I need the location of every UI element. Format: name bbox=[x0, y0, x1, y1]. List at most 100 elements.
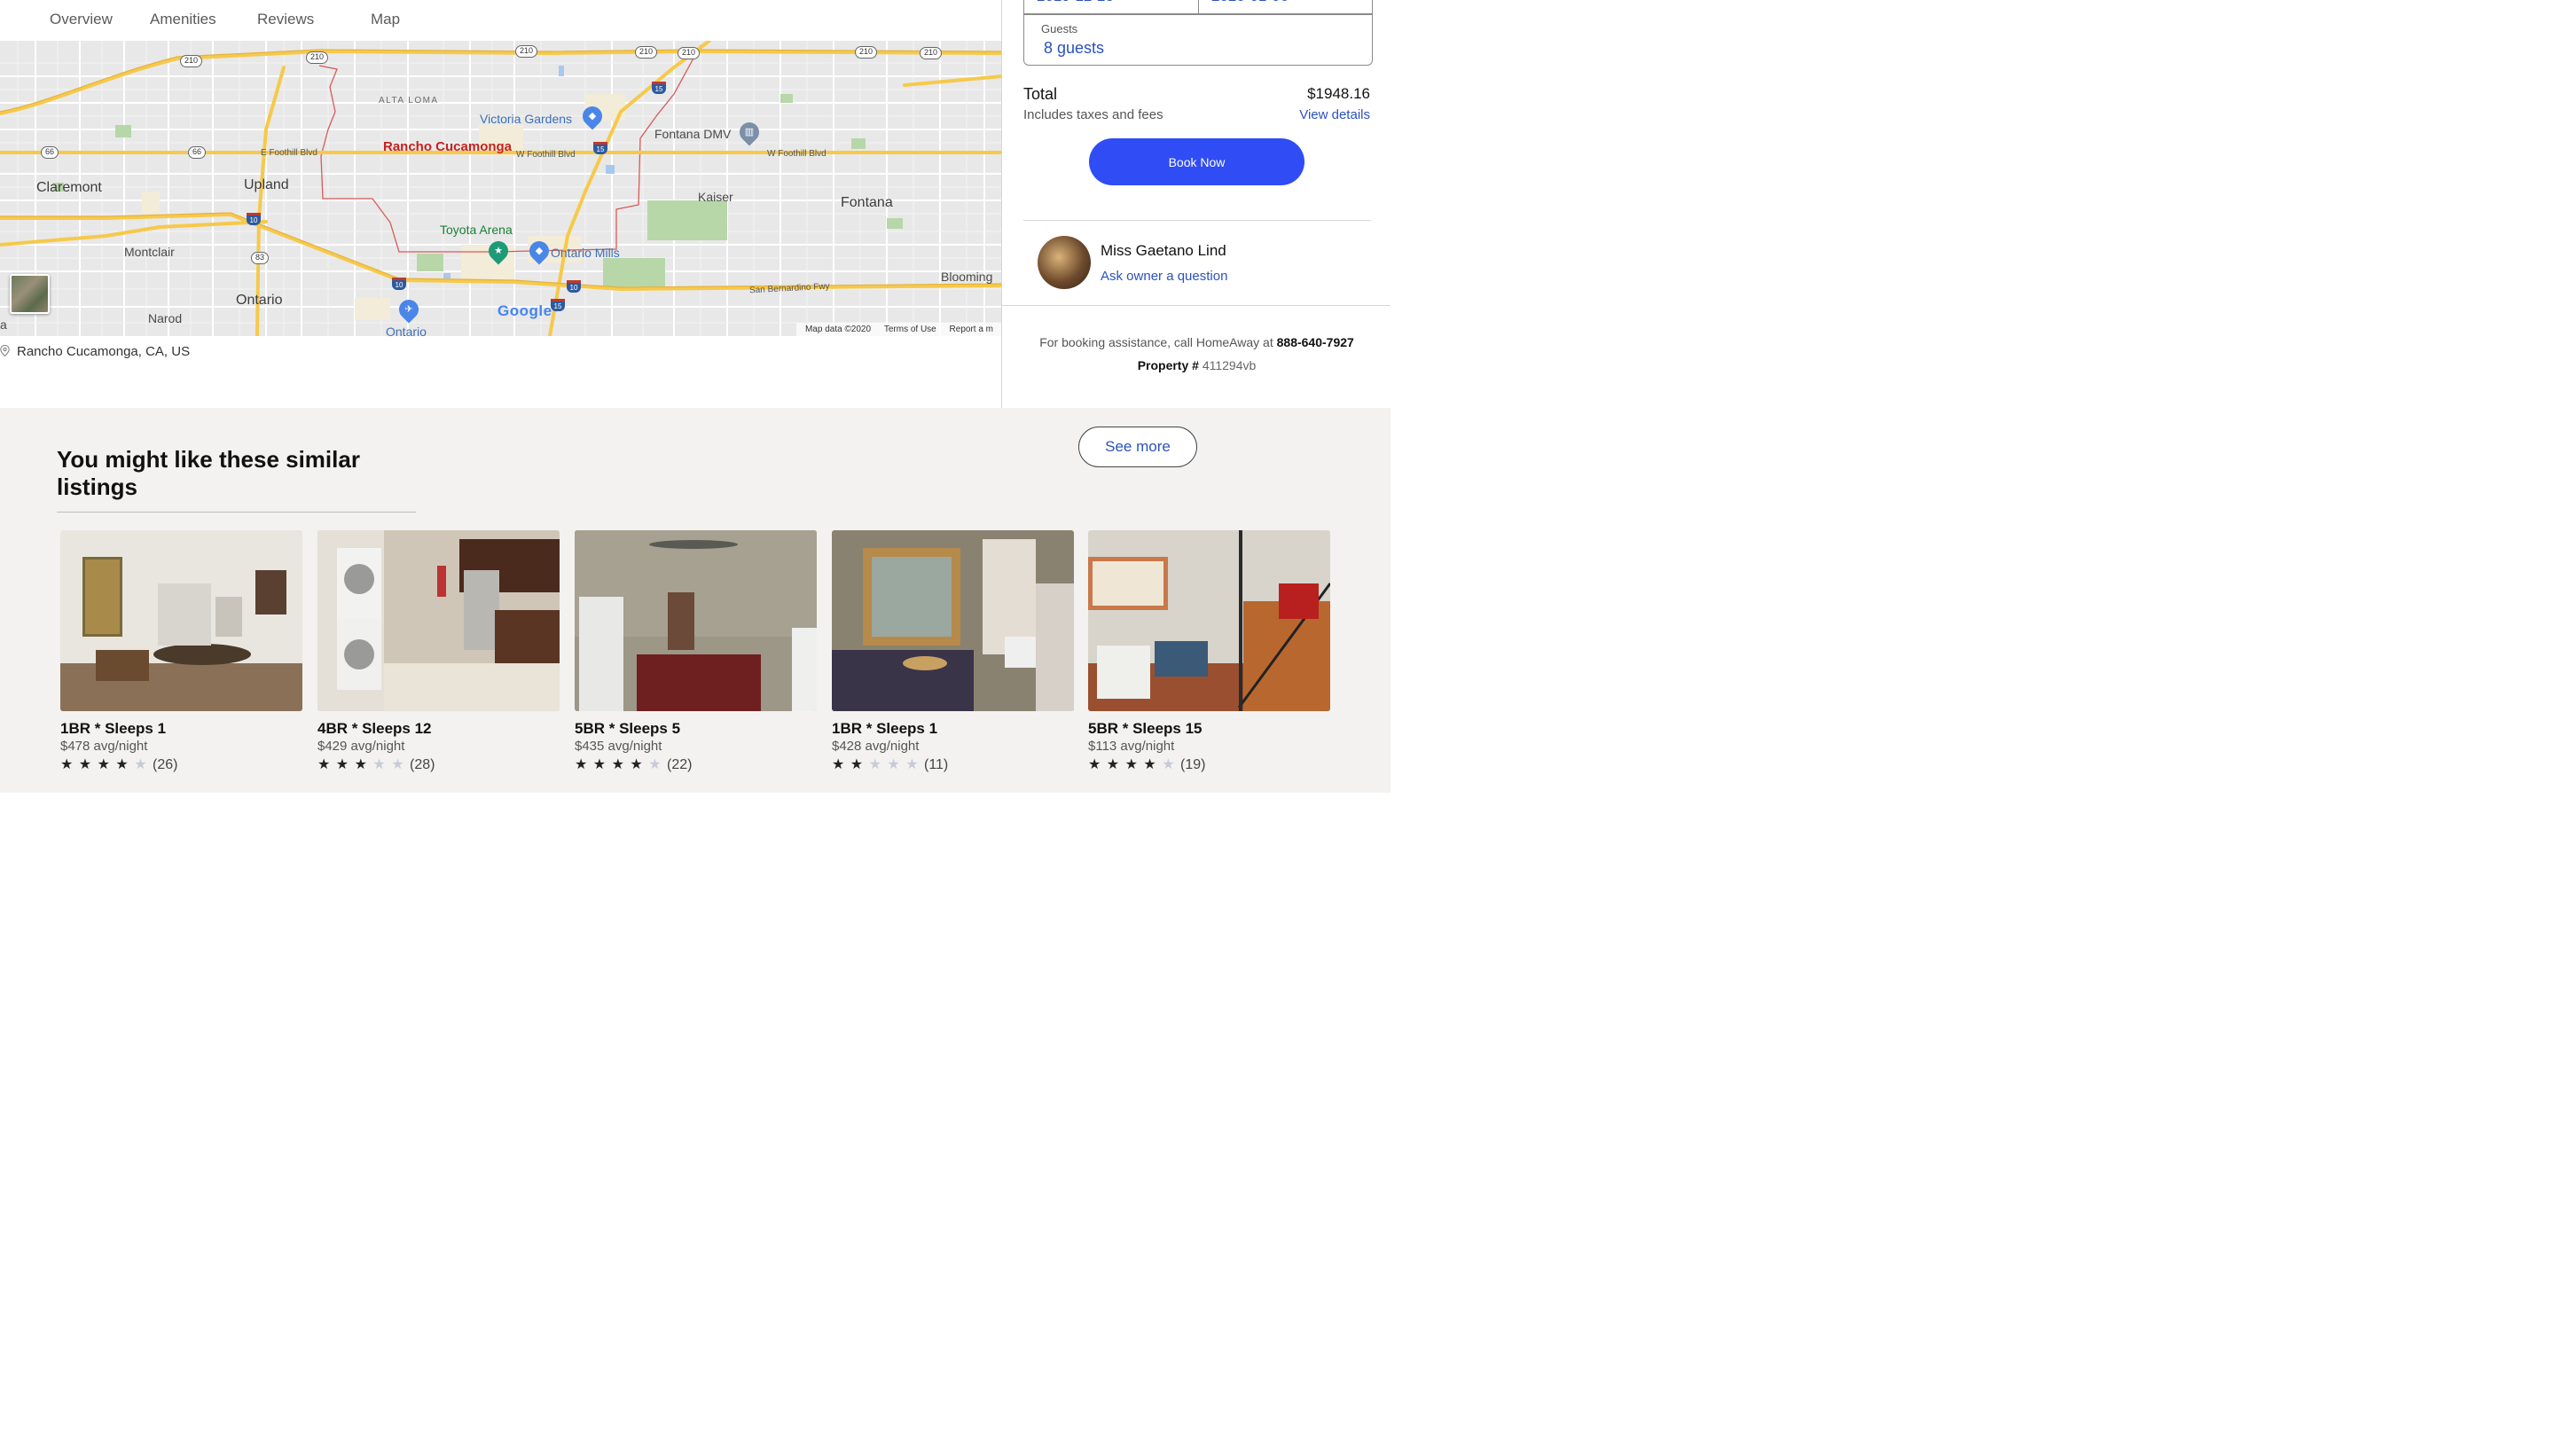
review-count: (22) bbox=[666, 757, 693, 772]
map-poi-fontana-dmv[interactable]: Fontana DMV bbox=[654, 127, 731, 141]
airport-pin-icon[interactable]: ✈ bbox=[395, 295, 423, 324]
listing-name[interactable]: 5BR * Sleeps 15 bbox=[1088, 720, 1330, 738]
map-label-montclair: Montclair bbox=[124, 245, 175, 259]
listing-rating: ★ ★ ★ ★ ★ (22) bbox=[575, 755, 817, 773]
tab-overview[interactable]: Overview bbox=[50, 11, 113, 28]
assistance-label: For booking assistance, call HomeAway at bbox=[1039, 335, 1273, 349]
route-210-shield-icon-7: 210 bbox=[920, 47, 943, 59]
listing-name[interactable]: 1BR * Sleeps 1 bbox=[832, 720, 1074, 738]
checkout-field[interactable]: 2020-01-06 bbox=[1198, 0, 1373, 14]
section-tabs: Overview Amenities Reviews Map bbox=[0, 0, 1002, 41]
shopping-pin-icon[interactable]: ◆ bbox=[578, 102, 607, 130]
interstate-10-shield-icon: 10 bbox=[247, 213, 261, 225]
star-rating-icon: ★ ★ ★ ★ ★ bbox=[317, 757, 405, 772]
listing-price: $429 avg/night bbox=[317, 739, 405, 754]
map-attribution: Map data ©2020 Terms of Use Report a m bbox=[795, 323, 1002, 336]
listing-name[interactable]: 1BR * Sleeps 1 bbox=[60, 720, 302, 738]
property-number: Property # 411294vb bbox=[1002, 358, 1391, 372]
listing-photo[interactable] bbox=[575, 530, 817, 711]
listing-photo[interactable] bbox=[832, 530, 1074, 711]
listing-card[interactable]: 5BR * Sleeps 15 $113 avg/night ★ ★ ★ ★ ★… bbox=[1088, 530, 1330, 773]
view-details-link[interactable]: View details bbox=[1299, 107, 1370, 122]
route-210-shield-icon: 210 bbox=[180, 55, 203, 67]
interstate-10-shield-icon-2: 10 bbox=[392, 278, 406, 290]
checkin-field[interactable]: 2019-12-28 bbox=[1023, 0, 1199, 14]
see-more-button[interactable]: See more bbox=[1078, 427, 1197, 467]
listing-rating: ★ ★ ★ ★ ★ (28) bbox=[317, 755, 560, 773]
government-pin-icon[interactable]: ▥ bbox=[735, 118, 764, 146]
map-data-credit: Map data ©2020 bbox=[804, 325, 872, 334]
listing-name[interactable]: 5BR * Sleeps 5 bbox=[575, 720, 817, 738]
shopping-pin-icon-2[interactable]: ◆ bbox=[525, 237, 553, 265]
star-rating-icon: ★ ★ ★ ★ ★ bbox=[1088, 757, 1176, 772]
location-map[interactable]: Claremont Upland Montclair Ontario Narod… bbox=[0, 41, 1002, 336]
assistance-phone[interactable]: 888-640-7927 bbox=[1277, 335, 1354, 349]
review-count: (11) bbox=[923, 757, 949, 772]
stadium-pin-icon[interactable]: ★ bbox=[484, 237, 513, 265]
listing-price: $435 avg/night bbox=[575, 739, 662, 754]
listing-card[interactable]: 1BR * Sleeps 1 $478 avg/night ★ ★ ★ ★ ★ … bbox=[60, 530, 302, 773]
listing-rating: ★ ★ ★ ★ ★ (26) bbox=[60, 755, 302, 773]
map-poi-ontario-mills[interactable]: Ontario Mills bbox=[551, 246, 620, 260]
route-83-shield-icon: 83 bbox=[251, 252, 270, 264]
star-rating-icon: ★ ★ ★ ★ ★ bbox=[575, 757, 662, 772]
map-street-e-foothill: E Foothill Blvd bbox=[261, 148, 317, 158]
listing-rating: ★ ★ ★ ★ ★ (11) bbox=[832, 755, 1074, 773]
map-label-fontana: Fontana bbox=[841, 195, 893, 210]
ask-owner-link[interactable]: Ask owner a question bbox=[1101, 269, 1227, 284]
map-label-edge: a bbox=[0, 317, 7, 332]
listing-card[interactable]: 5BR * Sleeps 5 $435 avg/night ★ ★ ★ ★ ★ … bbox=[575, 530, 817, 773]
listing-price: $428 avg/night bbox=[832, 739, 920, 754]
map-label-claremont: Claremont bbox=[36, 180, 102, 195]
property-number-value: 411294vb bbox=[1202, 358, 1257, 372]
listing-rating: ★ ★ ★ ★ ★ (19) bbox=[1088, 755, 1330, 773]
interstate-10-shield-icon-3: 10 bbox=[567, 280, 581, 293]
review-count: (28) bbox=[409, 757, 435, 772]
report-map-error-link[interactable]: Report a m bbox=[950, 325, 993, 334]
listing-card[interactable]: 1BR * Sleeps 1 $428 avg/night ★ ★ ★ ★ ★ … bbox=[832, 530, 1074, 773]
guests-label: Guests bbox=[1041, 22, 1078, 35]
map-poi-victoria-gardens[interactable]: Victoria Gardens bbox=[480, 112, 572, 126]
map-canvas bbox=[0, 41, 1002, 336]
location-text: Rancho Cucamonga, CA, US bbox=[17, 344, 191, 359]
booking-panel: 2019-12-28 2020-01-06 Guests 8 guests To… bbox=[1001, 0, 1391, 306]
listing-photo[interactable] bbox=[1088, 530, 1330, 711]
tab-amenities[interactable]: Amenities bbox=[150, 11, 216, 28]
map-label-ontario: Ontario bbox=[236, 293, 283, 308]
google-logo: Google bbox=[497, 302, 552, 320]
map-label-rancho-cucamonga: Rancho Cucamonga bbox=[383, 139, 513, 154]
owner-name: Miss Gaetano Lind bbox=[1101, 242, 1226, 259]
map-street-w-foothill-2: W Foothill Blvd bbox=[767, 149, 827, 159]
route-66-shield-icon: 66 bbox=[41, 146, 59, 159]
route-210-shield-icon-3: 210 bbox=[515, 45, 538, 58]
location-pin-icon bbox=[0, 345, 10, 356]
map-street-w-foothill-1: W Foothill Blvd bbox=[516, 150, 576, 160]
listing-card[interactable]: 4BR * Sleeps 12 $429 avg/night ★ ★ ★ ★ ★… bbox=[317, 530, 560, 773]
assistance-text: For booking assistance, call HomeAway at… bbox=[1002, 335, 1391, 349]
booking-assistance: For booking assistance, call HomeAway at… bbox=[1001, 306, 1391, 408]
map-label-blooming: Blooming bbox=[941, 270, 993, 284]
listing-photo[interactable] bbox=[60, 530, 302, 711]
guests-field[interactable]: Guests 8 guests bbox=[1023, 14, 1373, 66]
property-number-label: Property # bbox=[1137, 358, 1199, 372]
listing-price: $478 avg/night bbox=[60, 739, 148, 754]
tab-map[interactable]: Map bbox=[371, 11, 400, 28]
owner-avatar bbox=[1038, 236, 1091, 289]
guests-value: 8 guests bbox=[1044, 39, 1105, 57]
review-count: (19) bbox=[1179, 757, 1206, 772]
map-label-upland: Upland bbox=[244, 177, 289, 192]
map-poi-toyota-arena[interactable]: Toyota Arena bbox=[440, 223, 513, 237]
route-210-shield-icon-2: 210 bbox=[306, 51, 329, 64]
panel-divider bbox=[1023, 220, 1371, 221]
total-price: $1948.16 bbox=[1307, 85, 1370, 102]
tab-reviews[interactable]: Reviews bbox=[257, 11, 314, 28]
total-label: Total bbox=[1023, 85, 1058, 103]
satellite-view-toggle[interactable] bbox=[10, 274, 50, 314]
route-66-shield-icon-2: 66 bbox=[188, 146, 207, 159]
listing-photo[interactable] bbox=[317, 530, 560, 711]
checkout-value: 2020-01-06 bbox=[1211, 0, 1289, 5]
map-label-narod: Narod bbox=[148, 311, 183, 325]
book-now-button[interactable]: Book Now bbox=[1089, 138, 1304, 185]
terms-of-use-link[interactable]: Terms of Use bbox=[884, 325, 936, 334]
listing-name[interactable]: 4BR * Sleeps 12 bbox=[317, 720, 560, 738]
